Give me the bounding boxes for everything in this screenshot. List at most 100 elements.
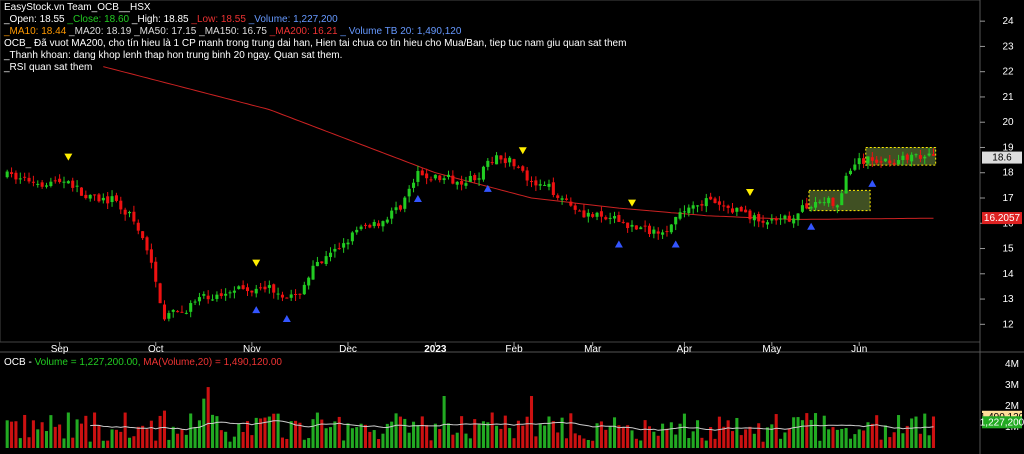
volume-bar bbox=[132, 436, 136, 448]
volume-bar bbox=[324, 428, 328, 448]
candle-body bbox=[219, 293, 223, 297]
candle-body bbox=[75, 185, 79, 187]
volume-bar bbox=[337, 416, 341, 448]
candle-body bbox=[870, 157, 874, 161]
volume-bar bbox=[704, 440, 708, 448]
candle-body bbox=[228, 292, 232, 294]
candle-body bbox=[805, 203, 809, 209]
volume-bar bbox=[425, 424, 429, 448]
ohlc-readout: _Open: 18.55 _Close: 18.60 _High: 18.85 … bbox=[4, 14, 338, 26]
candle-body bbox=[412, 182, 416, 188]
candle-body bbox=[302, 284, 306, 295]
ma200-value: _MA200: 16.21 bbox=[269, 26, 338, 37]
volume-bar bbox=[525, 416, 529, 448]
volume-bar bbox=[857, 429, 861, 448]
month-label: Mar bbox=[584, 344, 602, 355]
volume-bar bbox=[805, 413, 809, 448]
candle-body bbox=[770, 219, 774, 221]
candle-body bbox=[682, 211, 686, 213]
price-tick-label: 15 bbox=[1002, 244, 1014, 255]
candle-body bbox=[193, 301, 197, 303]
candle-body bbox=[385, 219, 389, 223]
candle-body bbox=[608, 217, 612, 219]
month-label: Oct bbox=[148, 344, 164, 355]
volume-bar bbox=[481, 421, 485, 448]
month-label: Feb bbox=[505, 344, 523, 355]
volume-bar bbox=[726, 420, 730, 448]
volume-bar bbox=[490, 412, 494, 448]
candle-body bbox=[722, 205, 726, 207]
volume-bar bbox=[744, 429, 748, 448]
volume-bar bbox=[53, 426, 57, 448]
volume-bar bbox=[455, 432, 459, 448]
volume-bar bbox=[722, 426, 726, 448]
volume-bar bbox=[901, 433, 905, 448]
candle-body bbox=[473, 175, 477, 181]
volume-bar bbox=[145, 429, 149, 448]
candle-body bbox=[726, 205, 730, 208]
candle-body bbox=[853, 164, 857, 170]
volume-bar bbox=[809, 419, 813, 448]
volume-bar bbox=[499, 428, 503, 448]
volume-legend: OCB - Volume = 1,227,200.00, MA(Volume,2… bbox=[4, 357, 282, 368]
candle-body bbox=[49, 181, 53, 187]
volume-bar bbox=[770, 424, 774, 448]
volume-legend-ma: MA(Volume,20) = 1,490,120.00 bbox=[143, 357, 282, 368]
volume-bar bbox=[543, 425, 547, 448]
candle-body bbox=[687, 207, 691, 214]
volume-bar bbox=[477, 423, 481, 448]
volume-bar bbox=[176, 433, 180, 448]
volume-bar bbox=[918, 433, 922, 448]
volume-bar bbox=[97, 425, 101, 448]
candle-body bbox=[521, 166, 525, 171]
volume-bar bbox=[792, 417, 796, 448]
volume-bar bbox=[464, 433, 468, 448]
candle-body bbox=[796, 213, 800, 221]
volume-bar bbox=[486, 422, 490, 448]
ma10-value: _MA10: 18.44 bbox=[4, 26, 67, 37]
consolidation-box bbox=[808, 189, 871, 212]
volume-bar bbox=[840, 428, 844, 448]
candle-body bbox=[892, 162, 896, 165]
candle-body bbox=[831, 197, 835, 206]
volume-bar bbox=[123, 412, 127, 448]
volume-bar bbox=[914, 416, 918, 448]
volume-bar bbox=[442, 396, 446, 448]
volume-bar bbox=[752, 433, 756, 448]
month-label: 2023 bbox=[424, 344, 447, 355]
volume-bar bbox=[608, 425, 612, 448]
volume-bar bbox=[438, 429, 442, 448]
candle-body bbox=[604, 217, 608, 220]
stock-chart[interactable]: 24232221201918171615141312SepOctNovDec20… bbox=[0, 0, 1024, 454]
candle-body bbox=[460, 180, 464, 185]
volume-bar bbox=[224, 431, 228, 448]
volume-bar bbox=[621, 427, 625, 448]
candle-body bbox=[713, 198, 717, 203]
volume-bar bbox=[923, 413, 927, 448]
candle-body bbox=[5, 171, 9, 178]
volume-bar bbox=[311, 419, 315, 448]
volume-bar bbox=[888, 437, 892, 448]
candle-body bbox=[700, 204, 704, 206]
candle-body bbox=[451, 175, 455, 184]
candle-body bbox=[757, 214, 761, 222]
volume-bar bbox=[84, 415, 88, 448]
volume-bar bbox=[691, 431, 695, 448]
candle-body bbox=[905, 154, 909, 160]
candle-body bbox=[79, 187, 83, 196]
candle-body bbox=[58, 178, 62, 183]
volume-bar bbox=[171, 426, 175, 448]
volume-bar bbox=[661, 423, 665, 448]
volume-bar bbox=[905, 425, 909, 448]
candle-body bbox=[879, 161, 883, 163]
volume-bar bbox=[315, 412, 319, 448]
candle-body bbox=[149, 249, 153, 263]
candle-body bbox=[280, 294, 284, 298]
candle-body bbox=[848, 170, 853, 175]
volume-bar bbox=[604, 429, 608, 448]
candle-body bbox=[813, 201, 818, 208]
candle-body bbox=[652, 229, 656, 234]
candle-body bbox=[582, 210, 586, 218]
volume-bar bbox=[193, 427, 197, 448]
volume-bar bbox=[551, 421, 555, 448]
